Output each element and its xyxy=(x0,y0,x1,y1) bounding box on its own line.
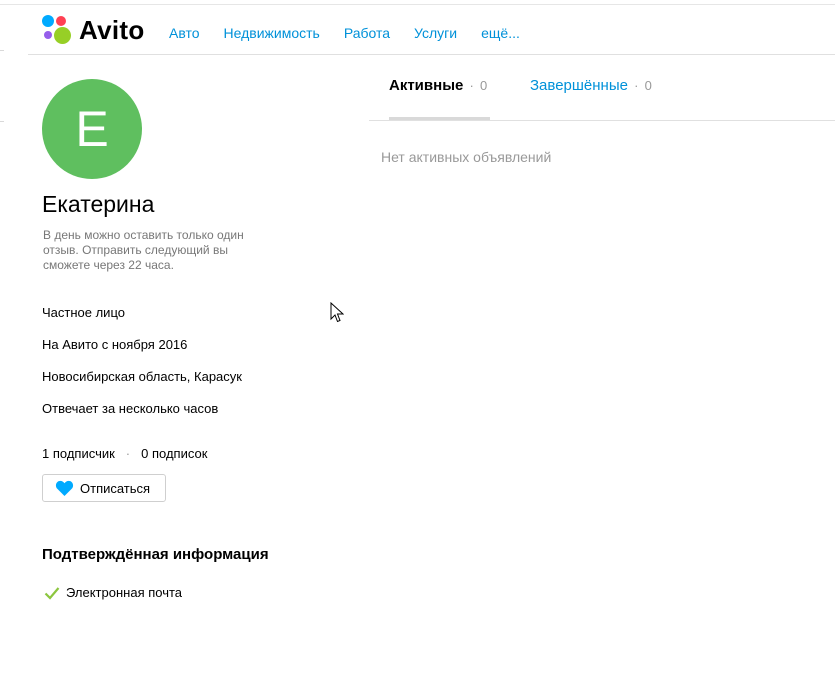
nav-more[interactable]: ещё... xyxy=(481,25,520,41)
unsubscribe-button[interactable]: Отписаться xyxy=(42,474,166,502)
heart-icon xyxy=(55,480,74,496)
tab-active-label: Активные xyxy=(389,77,464,94)
profile-name: Екатерина xyxy=(42,191,155,217)
verified-info-title: Подтверждённая информация xyxy=(42,546,269,563)
main-nav: Авто Недвижимость Работа Услуги ещё... xyxy=(169,25,520,41)
tab-done-label: Завершённые xyxy=(530,77,628,94)
subscriptions-count[interactable]: 0 подписок xyxy=(141,446,207,461)
site-header: Avito Авто Недвижимость Работа Услуги ещ… xyxy=(0,5,835,55)
tabs-divider xyxy=(369,120,835,121)
subscription-stats: 1 подписчик · 0 подписок xyxy=(42,446,207,461)
nav-services[interactable]: Услуги xyxy=(414,25,457,41)
tab-done-separator: · xyxy=(634,78,639,93)
header-divider xyxy=(28,54,835,55)
listings-tabs: Активные · 0 Завершённые · 0 xyxy=(369,70,835,121)
avatar: Е xyxy=(42,79,142,179)
unsubscribe-label: Отписаться xyxy=(80,480,151,496)
verified-email-label: Электронная почта xyxy=(66,585,183,600)
tab-completed-listings[interactable]: Завершённые · 0 xyxy=(530,77,652,94)
logo-text: Avito xyxy=(79,15,145,45)
response-time: Отвечает за несколько часов xyxy=(42,401,219,416)
tab-active-separator: · xyxy=(469,78,474,93)
mouse-cursor-icon xyxy=(330,302,344,323)
empty-listings-message: Нет активных объявлений xyxy=(381,149,552,165)
left-edge-mark xyxy=(0,121,4,122)
tab-done-count: 0 xyxy=(644,78,652,93)
nav-realty[interactable]: Недвижимость xyxy=(224,25,320,41)
subscribers-count[interactable]: 1 подписчик xyxy=(42,446,115,461)
seller-type: Частное лицо xyxy=(42,305,125,320)
checkmark-icon xyxy=(44,586,60,600)
nav-auto[interactable]: Авто xyxy=(169,25,200,41)
member-since: На Авито с ноября 2016 xyxy=(42,337,188,352)
seller-location: Новосибирская область, Карасук xyxy=(42,369,242,384)
stats-separator: · xyxy=(125,446,131,461)
review-limit-note: В день можно оставить только один отзыв.… xyxy=(43,228,244,272)
verified-email: Электронная почта xyxy=(44,585,182,600)
logo-dots-icon xyxy=(41,14,73,46)
nav-jobs[interactable]: Работа xyxy=(344,25,390,41)
tab-active-listings[interactable]: Активные · 0 xyxy=(389,77,487,94)
avito-logo[interactable]: Avito xyxy=(41,14,153,48)
tab-active-count: 0 xyxy=(480,78,488,93)
